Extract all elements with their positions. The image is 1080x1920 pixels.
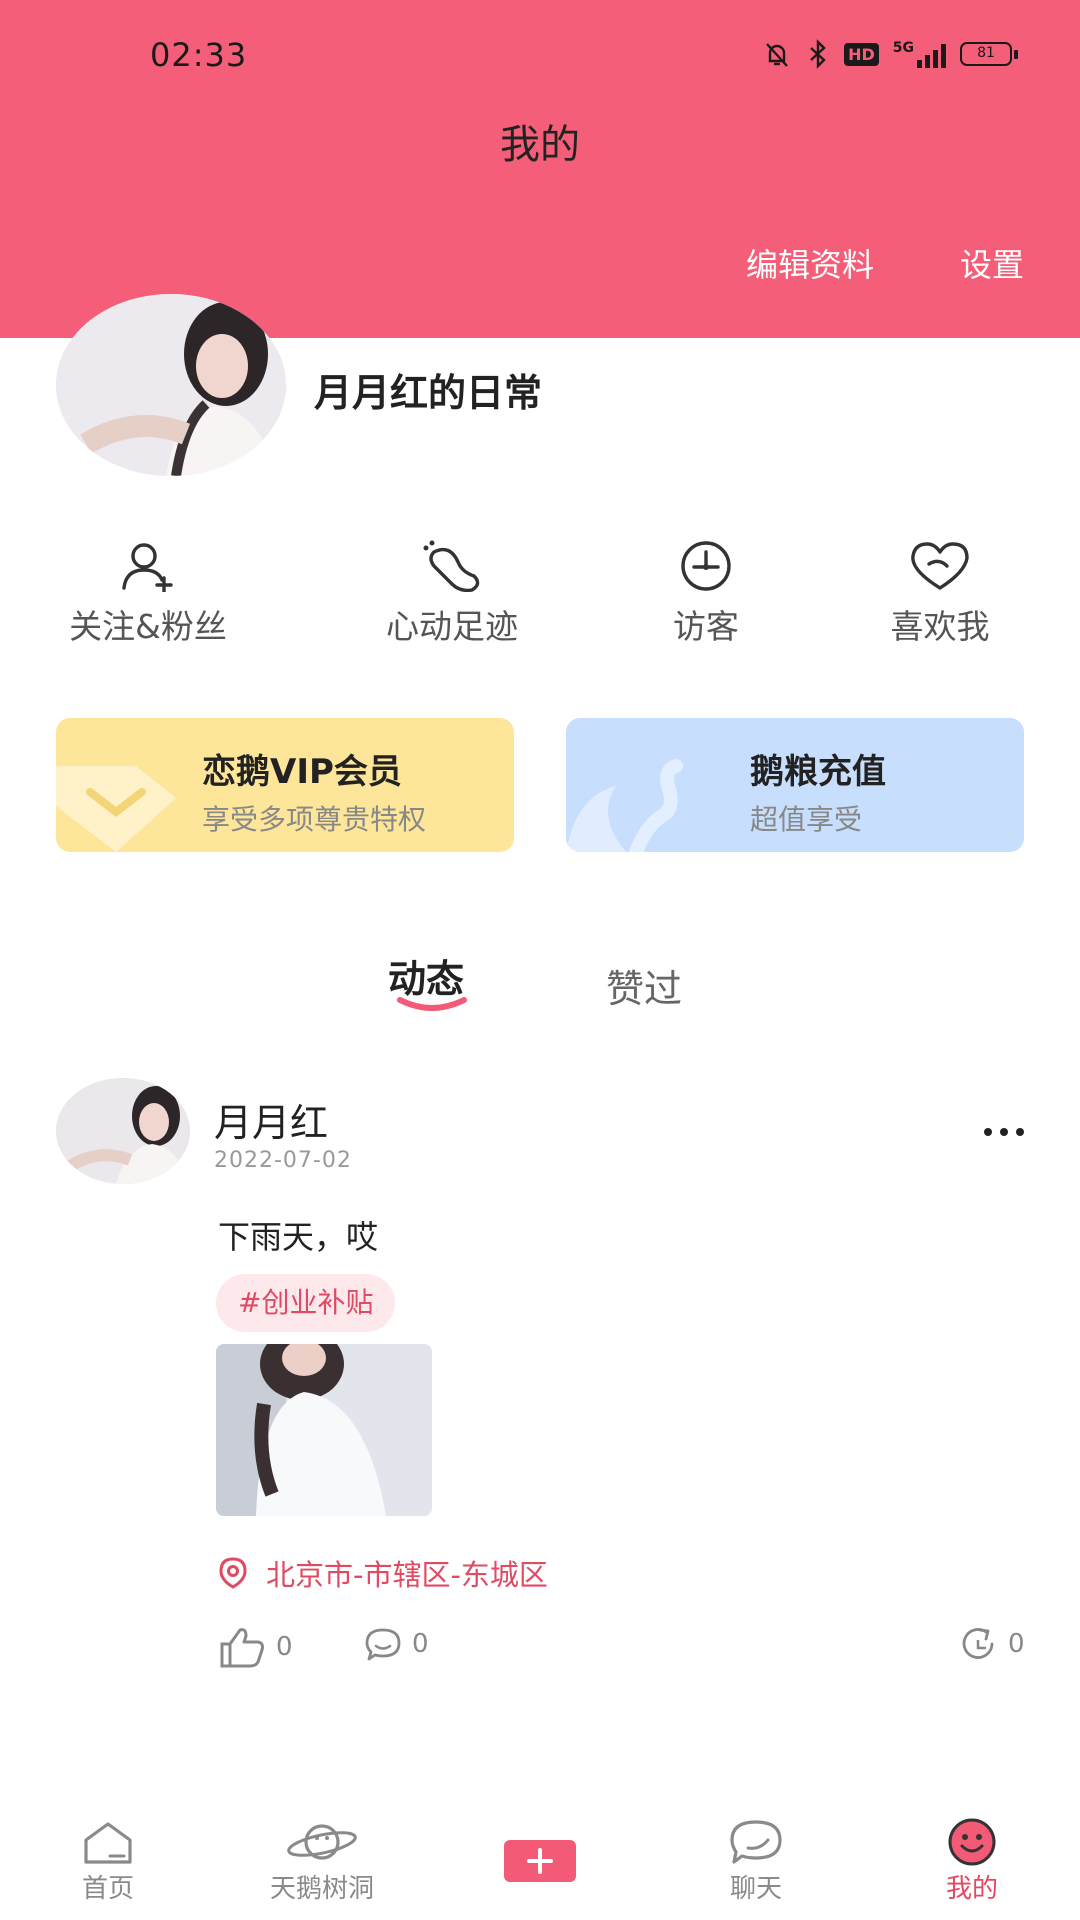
tab-active-indicator [397, 997, 467, 1011]
vip-diamond-icon [56, 766, 176, 852]
quick-nav: 关注&粉丝 心动足迹 访客 喜欢我 [0, 540, 1080, 650]
nav-home[interactable]: 首页 [28, 1818, 188, 1905]
recharge-card[interactable]: 鹅粮充值 超值享受 [566, 718, 1024, 852]
post-author-avatar[interactable] [56, 1078, 190, 1184]
status-icons: HD 5G 81 [762, 36, 1018, 72]
home-icon [84, 1822, 132, 1864]
tab-liked[interactable]: 赞过 [606, 958, 682, 1013]
settings-button[interactable]: 设置 [960, 240, 1024, 286]
follow-fans-icon [122, 543, 173, 592]
plus-icon [527, 1848, 553, 1874]
nav-label: 我的 [945, 1874, 998, 1904]
smiley-icon [948, 1818, 996, 1866]
location-text: 北京市-市辖区-东城区 [266, 1558, 548, 1592]
nav-swan-treehole[interactable]: 天鹅树洞 [242, 1818, 402, 1905]
signal-5g-icon: 5G [893, 40, 946, 68]
quick-item-label: 喜欢我 [890, 607, 990, 646]
comment-bubble-icon [365, 1628, 401, 1661]
network-label: 5G [892, 40, 914, 56]
post-topic-tag[interactable]: #创业补贴 [216, 1274, 396, 1332]
more-options-icon[interactable] [980, 1120, 1028, 1144]
recharge-card-title: 鹅粮充值 [750, 752, 886, 792]
post-image[interactable] [216, 1344, 432, 1516]
quick-item-label: 访客 [673, 607, 739, 646]
nav-chat[interactable]: 聊天 [676, 1818, 836, 1905]
nav-me[interactable]: 我的 [892, 1818, 1052, 1905]
bluetooth-icon [810, 39, 826, 69]
recharge-card-subtitle: 超值享受 [750, 803, 863, 836]
post-location[interactable]: 北京市-市辖区-东城区 [216, 1552, 548, 1594]
heart-icon [911, 542, 969, 590]
thumbs-up-icon [220, 1628, 264, 1668]
share-button[interactable]: 0 [960, 1626, 1025, 1662]
header-bar: 02:33 HD 5G 81 我的 编辑资料 设置 [0, 0, 1080, 338]
nav-label: 聊天 [729, 1874, 782, 1904]
footprint-icon [423, 540, 480, 592]
post-author-name[interactable]: 月月红 [214, 1092, 328, 1147]
share-count: 0 [1008, 1629, 1025, 1659]
profile-name: 月月红的日常 [314, 371, 543, 415]
like-button[interactable]: 0 [218, 1626, 293, 1668]
page-title: 我的 [500, 122, 580, 168]
header-actions: 编辑资料 设置 [746, 240, 1024, 286]
comment-button[interactable]: 0 [364, 1626, 429, 1662]
mute-bell-icon [766, 43, 788, 67]
quick-item-label: 心动足迹 [386, 607, 518, 646]
planet-icon [287, 1824, 357, 1860]
quick-item-follow-fans[interactable]: 关注&粉丝 [38, 540, 258, 648]
battery-level: 81 [960, 42, 1012, 66]
publish-button[interactable] [504, 1840, 576, 1882]
chat-bubble-icon [730, 1820, 782, 1864]
edit-profile-button[interactable]: 编辑资料 [746, 240, 874, 286]
share-icon [962, 1628, 994, 1659]
quick-item-label: 关注&粉丝 [69, 607, 227, 646]
vip-card-title: 恋鹅VIP会员 [202, 752, 402, 792]
vip-card-subtitle: 享受多项尊贵特权 [202, 803, 427, 836]
battery-icon: 81 [960, 42, 1018, 66]
vip-membership-card[interactable]: 恋鹅VIP会员 享受多项尊贵特权 [56, 718, 514, 852]
visitor-clock-icon [681, 541, 731, 591]
avatar[interactable] [56, 294, 286, 476]
post-date: 2022-07-02 [214, 1148, 352, 1173]
quick-item-likes-me[interactable]: 喜欢我 [830, 540, 1050, 648]
swan-icon [566, 759, 683, 852]
hd-icon: HD [844, 42, 879, 66]
post-text: 下雨天，哎 [218, 1218, 379, 1256]
quick-item-visitor[interactable]: 访客 [596, 540, 816, 648]
quick-item-footprint[interactable]: 心动足迹 [342, 540, 562, 648]
status-time: 02:33 [150, 36, 248, 74]
comment-count: 0 [412, 1629, 429, 1659]
like-count: 0 [276, 1632, 293, 1662]
nav-label: 首页 [81, 1874, 134, 1904]
nav-label: 天鹅树洞 [269, 1874, 374, 1904]
location-pin-icon [219, 1557, 247, 1589]
